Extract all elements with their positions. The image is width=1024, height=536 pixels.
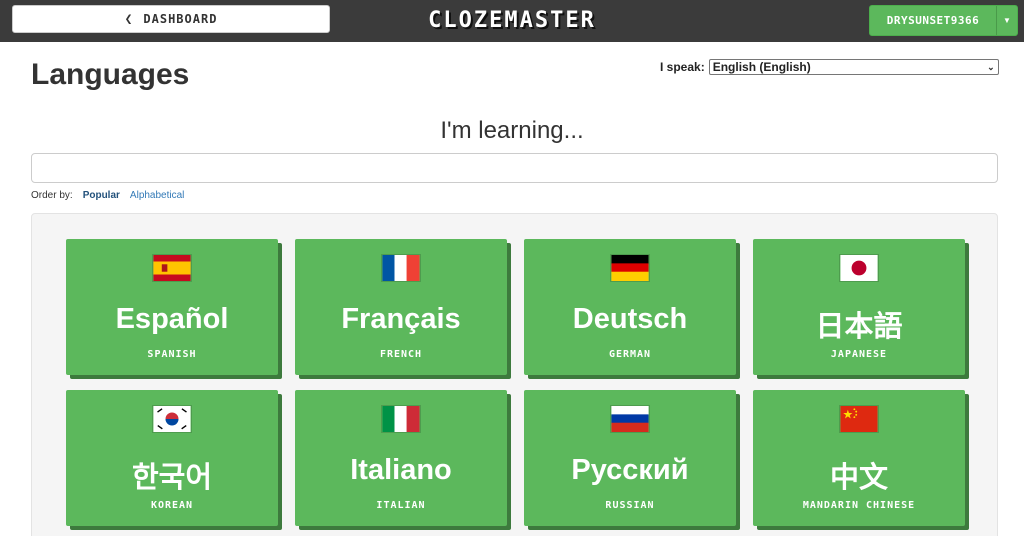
france-flag-icon xyxy=(381,254,421,282)
user-menu-button[interactable]: DRYSUNSET9366 ▼ xyxy=(869,5,1018,36)
language-english-name: GERMAN xyxy=(608,349,652,360)
language-native-name: Русский xyxy=(571,454,689,486)
language-card-italian[interactable]: Italiano ITALIAN xyxy=(295,390,507,526)
italy-flag-icon xyxy=(381,405,421,433)
language-native-name: 한국어 xyxy=(131,462,213,494)
language-native-name: Español xyxy=(115,303,229,335)
korea-flag-icon xyxy=(152,405,192,433)
language-english-name: ITALIAN xyxy=(376,500,426,511)
order-by-control: Order by: Popular Alphabetical xyxy=(31,190,184,201)
language-card-german[interactable]: Deutsch GERMAN xyxy=(524,239,736,375)
language-english-name: RUSSIAN xyxy=(605,500,655,511)
top-navbar: ❮ DASHBOARD CLOZEMASTER DRYSUNSET9366 ▼ xyxy=(0,0,1024,42)
language-native-name: Deutsch xyxy=(572,303,688,335)
language-card-mandarin-chinese[interactable]: 中文 MANDARIN CHINESE xyxy=(753,390,965,526)
language-card-spanish[interactable]: Español SPANISH xyxy=(66,239,278,375)
germany-flag-icon xyxy=(610,254,650,282)
language-english-name: MANDARIN CHINESE xyxy=(802,500,916,511)
order-by-label: Order by: xyxy=(31,190,73,201)
speak-label: I speak: xyxy=(660,60,705,74)
language-search-input[interactable] xyxy=(31,153,998,183)
language-english-name: KOREAN xyxy=(150,500,194,511)
china-flag-icon xyxy=(839,405,879,433)
language-card-korean[interactable]: 한국어 KOREAN xyxy=(66,390,278,526)
language-card-russian[interactable]: Русский RUSSIAN xyxy=(524,390,736,526)
order-alphabetical-link[interactable]: Alphabetical xyxy=(130,190,184,201)
languages-panel: Español SPANISH Français FRENCH Deutsch … xyxy=(31,213,998,536)
language-native-name: Français xyxy=(341,303,461,335)
spain-flag-icon xyxy=(152,254,192,282)
language-native-name: Italiano xyxy=(350,454,452,486)
chevron-down-icon: ⌄ xyxy=(987,61,995,72)
language-native-name: 中文 xyxy=(829,462,888,494)
page-title: Languages xyxy=(31,58,190,91)
username-label: DRYSUNSET9366 xyxy=(886,14,980,27)
language-native-name: 日本語 xyxy=(815,311,903,343)
speak-language-select[interactable]: English (English) ⌄ xyxy=(708,59,999,75)
speak-selected-value: English (English) xyxy=(712,60,811,74)
caret-down-icon[interactable]: ▼ xyxy=(996,6,1017,35)
russia-flag-icon xyxy=(610,405,650,433)
speak-language-control: I speak: English (English) ⌄ xyxy=(660,59,999,75)
japan-flag-icon xyxy=(839,254,879,282)
language-english-name: FRENCH xyxy=(379,349,423,360)
language-english-name: JAPANESE xyxy=(830,349,888,360)
language-english-name: SPANISH xyxy=(147,349,197,360)
learning-heading: I'm learning... xyxy=(440,117,584,144)
language-card-japanese[interactable]: 日本語 JAPANESE xyxy=(753,239,965,375)
order-popular-link[interactable]: Popular xyxy=(83,190,120,201)
language-card-french[interactable]: Français FRENCH xyxy=(295,239,507,375)
